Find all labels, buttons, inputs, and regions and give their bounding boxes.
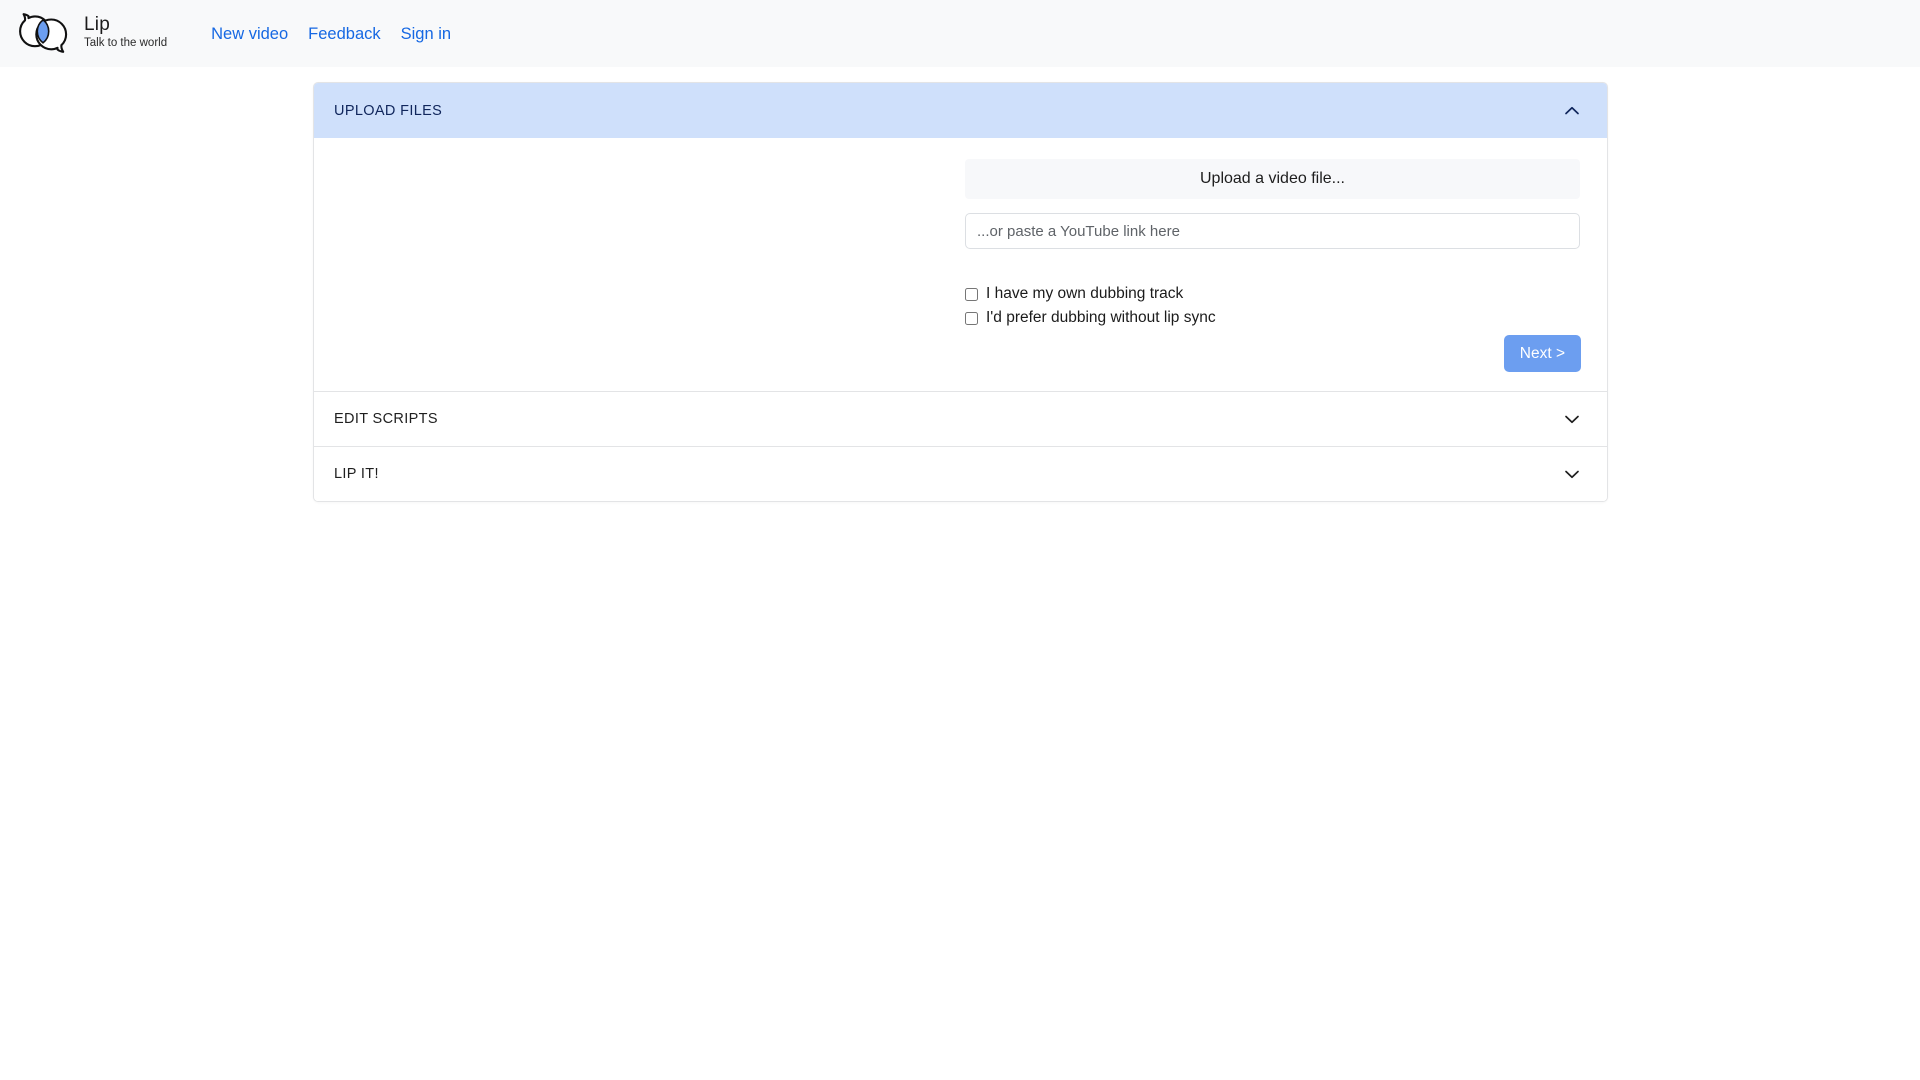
- checkbox-without-lip-sync[interactable]: [965, 312, 978, 325]
- brand-text: Lip Talk to the world: [84, 15, 167, 52]
- accordion-header-edit-scripts[interactable]: EDIT SCRIPTS: [314, 391, 1607, 446]
- accordion-title-lip-it: LIP IT!: [334, 466, 379, 482]
- two-overlapping-speech-bubbles-logo-icon: [14, 11, 72, 57]
- dubbing-options-group: I have my own dubbing track I'd prefer d…: [965, 282, 1216, 330]
- brand[interactable]: Lip Talk to the world: [14, 11, 167, 57]
- chevron-down-icon[interactable]: [1561, 463, 1583, 485]
- checkbox-label-own-dubbing-track: I have my own dubbing track: [986, 285, 1183, 303]
- nav-link-sign-in[interactable]: Sign in: [401, 25, 451, 44]
- youtube-link-input[interactable]: [965, 213, 1580, 249]
- checkbox-label-without-lip-sync: I'd prefer dubbing without lip sync: [986, 309, 1216, 327]
- brand-tagline: Talk to the world: [84, 38, 167, 50]
- next-button[interactable]: Next >: [1504, 335, 1581, 372]
- nav-link-new-video[interactable]: New video: [211, 25, 288, 44]
- brand-name: Lip: [84, 15, 167, 34]
- checkbox-own-dubbing-track[interactable]: [965, 288, 978, 301]
- page-content: UPLOAD FILES Upload a video file... I ha…: [0, 67, 1920, 1080]
- chevron-down-icon[interactable]: [1561, 408, 1583, 430]
- checkbox-row-without-lip-sync[interactable]: I'd prefer dubbing without lip sync: [965, 306, 1216, 330]
- accordion-header-lip-it[interactable]: LIP IT!: [314, 446, 1607, 501]
- accordion-header-upload-files[interactable]: UPLOAD FILES: [314, 83, 1607, 138]
- upload-workflow-card: UPLOAD FILES Upload a video file... I ha…: [313, 82, 1608, 502]
- upload-video-file-dropzone[interactable]: Upload a video file...: [965, 159, 1580, 199]
- nav-links: New video Feedback Sign in: [211, 23, 451, 44]
- accordion-title-upload-files: UPLOAD FILES: [334, 103, 442, 119]
- top-navigation-bar: Lip Talk to the world New video Feedback…: [0, 0, 1920, 67]
- nav-link-feedback[interactable]: Feedback: [308, 25, 380, 44]
- accordion-title-edit-scripts: EDIT SCRIPTS: [334, 411, 438, 427]
- upload-files-panel-body: Upload a video file... I have my own dub…: [314, 138, 1607, 391]
- chevron-up-icon[interactable]: [1561, 100, 1583, 122]
- upload-dropzone-label: Upload a video file...: [1200, 170, 1345, 188]
- checkbox-row-own-dubbing-track[interactable]: I have my own dubbing track: [965, 282, 1216, 306]
